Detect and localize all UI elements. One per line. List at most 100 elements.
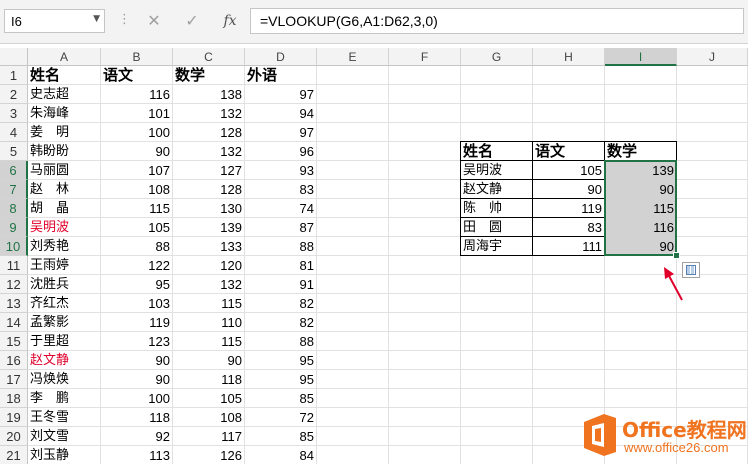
row-header-2[interactable]: 2	[0, 85, 28, 104]
lookup-score-cell[interactable]: 115	[605, 199, 677, 218]
lookup-score-cell[interactable]: 139	[605, 161, 677, 180]
name-cell[interactable]: 刘秀艳	[28, 237, 101, 256]
score-cell[interactable]: 105	[173, 389, 245, 408]
name-cell[interactable]: 马丽圆	[28, 161, 101, 180]
name-cell[interactable]: 冯焕焕	[28, 370, 101, 389]
column-header-c[interactable]: C	[173, 48, 245, 66]
lookup-score-cell[interactable]: 111	[533, 237, 605, 256]
name-cell[interactable]: 赵文静	[28, 351, 101, 370]
score-cell[interactable]: 97	[245, 123, 317, 142]
row-header-9[interactable]: 9	[0, 218, 28, 237]
score-cell[interactable]: 88	[245, 237, 317, 256]
lookup-name-cell[interactable]: 陈 帅	[461, 199, 533, 218]
score-cell[interactable]: 90	[101, 142, 173, 161]
spreadsheet-grid[interactable]: A B C D E F G H I J 1 2 3 4 5 6 7 8 9 10 11 12 13 14 15 16 17 18 19 2…	[0, 48, 748, 464]
table-header-cell[interactable]: 语文	[101, 66, 173, 85]
score-cell[interactable]: 118	[101, 408, 173, 427]
score-cell[interactable]: 133	[173, 237, 245, 256]
row-header-17[interactable]: 17	[0, 370, 28, 389]
column-header-i[interactable]: I	[605, 48, 677, 66]
row-header-14[interactable]: 14	[0, 313, 28, 332]
score-cell[interactable]: 123	[101, 332, 173, 351]
name-cell[interactable]: 朱海峰	[28, 104, 101, 123]
column-header-j[interactable]: J	[677, 48, 748, 66]
name-cell[interactable]: 沈胜兵	[28, 275, 101, 294]
score-cell[interactable]: 83	[245, 180, 317, 199]
score-cell[interactable]: 81	[245, 256, 317, 275]
score-cell[interactable]: 117	[173, 427, 245, 446]
column-header-g[interactable]: G	[461, 48, 533, 66]
score-cell[interactable]: 97	[245, 85, 317, 104]
chevron-down-icon[interactable]: ▼	[93, 14, 100, 24]
score-cell[interactable]: 85	[245, 389, 317, 408]
row-header-11[interactable]: 11	[0, 256, 28, 275]
score-cell[interactable]: 139	[173, 218, 245, 237]
row-header-12[interactable]: 12	[0, 275, 28, 294]
score-cell[interactable]: 85	[245, 427, 317, 446]
row-header-15[interactable]: 15	[0, 332, 28, 351]
name-cell[interactable]: 韩盼盼	[28, 142, 101, 161]
lookup-name-cell[interactable]: 田 圆	[461, 218, 533, 237]
score-cell[interactable]: 74	[245, 199, 317, 218]
score-cell[interactable]: 90	[101, 370, 173, 389]
insert-function-button[interactable]: fx	[216, 9, 244, 33]
row-header-6[interactable]: 6	[0, 161, 28, 180]
score-cell[interactable]: 90	[101, 351, 173, 370]
lookup-score-cell[interactable]: 90	[605, 180, 677, 199]
score-cell[interactable]: 108	[173, 408, 245, 427]
score-cell[interactable]: 92	[101, 427, 173, 446]
name-cell[interactable]: 李 鹏	[28, 389, 101, 408]
row-header-18[interactable]: 18	[0, 389, 28, 408]
score-cell[interactable]: 82	[245, 294, 317, 313]
lookup-score-cell[interactable]: 116	[605, 218, 677, 237]
score-cell[interactable]: 87	[245, 218, 317, 237]
score-cell[interactable]: 138	[173, 85, 245, 104]
name-cell[interactable]: 刘文雪	[28, 427, 101, 446]
score-cell[interactable]: 90	[173, 351, 245, 370]
score-cell[interactable]: 95	[245, 351, 317, 370]
score-cell[interactable]: 110	[173, 313, 245, 332]
row-header-8[interactable]: 8	[0, 199, 28, 218]
lookup-score-cell[interactable]: 105	[533, 161, 605, 180]
score-cell[interactable]: 100	[101, 123, 173, 142]
score-cell[interactable]: 130	[173, 199, 245, 218]
score-cell[interactable]: 132	[173, 104, 245, 123]
name-cell[interactable]: 赵 林	[28, 180, 101, 199]
table-header-cell[interactable]: 姓名	[28, 66, 101, 85]
column-header-a[interactable]: A	[28, 48, 101, 66]
score-cell[interactable]: 96	[245, 142, 317, 161]
score-cell[interactable]: 93	[245, 161, 317, 180]
lookup-name-cell[interactable]: 赵文静	[461, 180, 533, 199]
select-all-corner[interactable]	[0, 48, 28, 66]
name-cell[interactable]: 刘玉静	[28, 446, 101, 464]
score-cell[interactable]: 88	[101, 237, 173, 256]
row-header-13[interactable]: 13	[0, 294, 28, 313]
score-cell[interactable]: 126	[173, 446, 245, 464]
score-cell[interactable]: 113	[101, 446, 173, 464]
enter-button[interactable]: ✓	[178, 9, 206, 33]
name-cell[interactable]: 齐红杰	[28, 294, 101, 313]
name-cell[interactable]: 吴明波	[28, 218, 101, 237]
name-box[interactable]: I6 ▼	[4, 9, 105, 33]
score-cell[interactable]: 100	[101, 389, 173, 408]
lookup-header-cell[interactable]: 语文	[533, 142, 605, 161]
score-cell[interactable]: 88	[245, 332, 317, 351]
score-cell[interactable]: 105	[101, 218, 173, 237]
score-cell[interactable]: 122	[101, 256, 173, 275]
row-header-3[interactable]: 3	[0, 104, 28, 123]
score-cell[interactable]: 95	[101, 275, 173, 294]
column-header-f[interactable]: F	[389, 48, 461, 66]
score-cell[interactable]: 115	[173, 332, 245, 351]
score-cell[interactable]: 132	[173, 275, 245, 294]
table-header-cell[interactable]: 数学	[173, 66, 245, 85]
fill-handle[interactable]	[673, 252, 680, 259]
row-header-19[interactable]: 19	[0, 408, 28, 427]
lookup-name-cell[interactable]: 周海宇	[461, 237, 533, 256]
name-cell[interactable]: 史志超	[28, 85, 101, 104]
name-cell[interactable]: 胡 晶	[28, 199, 101, 218]
score-cell[interactable]: 132	[173, 142, 245, 161]
row-header-7[interactable]: 7	[0, 180, 28, 199]
column-header-d[interactable]: D	[245, 48, 317, 66]
name-cell[interactable]: 于里超	[28, 332, 101, 351]
name-cell[interactable]: 孟繁影	[28, 313, 101, 332]
